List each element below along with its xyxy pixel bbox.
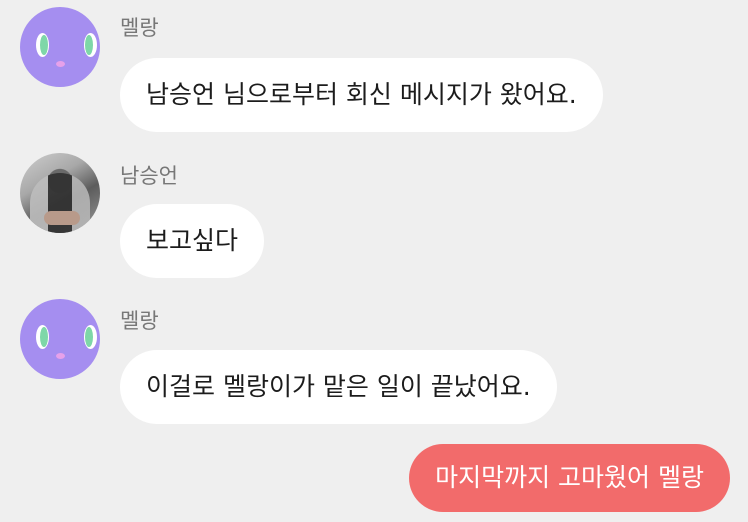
purple-alien-avatar-icon[interactable]	[20, 7, 100, 87]
outgoing-message-bubble[interactable]: 마지막까지 고마웠어 멜랑	[409, 444, 730, 512]
avatar-eye-left	[36, 325, 49, 349]
avatar-mouth	[56, 61, 65, 67]
avatar-eye-right	[84, 33, 97, 57]
sender-name: 멜랑	[120, 16, 159, 40]
message-bubble[interactable]: 이걸로 멜랑이가 맡은 일이 끝났어요.	[120, 350, 557, 424]
sender-name: 멜랑	[120, 309, 159, 333]
person-photo-avatar-icon[interactable]	[20, 153, 100, 233]
message-bubble[interactable]: 보고싶다	[120, 204, 265, 278]
sender-name: 남승언	[120, 164, 178, 188]
purple-alien-avatar-icon[interactable]	[20, 299, 100, 379]
avatar-mouth	[56, 353, 65, 359]
message-bubble[interactable]: 남승언 님으로부터 회신 메시지가 왔어요.	[120, 58, 603, 132]
avatar-photo-hands	[44, 211, 80, 225]
avatar-eye-left	[36, 33, 49, 57]
avatar-eye-right	[84, 325, 97, 349]
